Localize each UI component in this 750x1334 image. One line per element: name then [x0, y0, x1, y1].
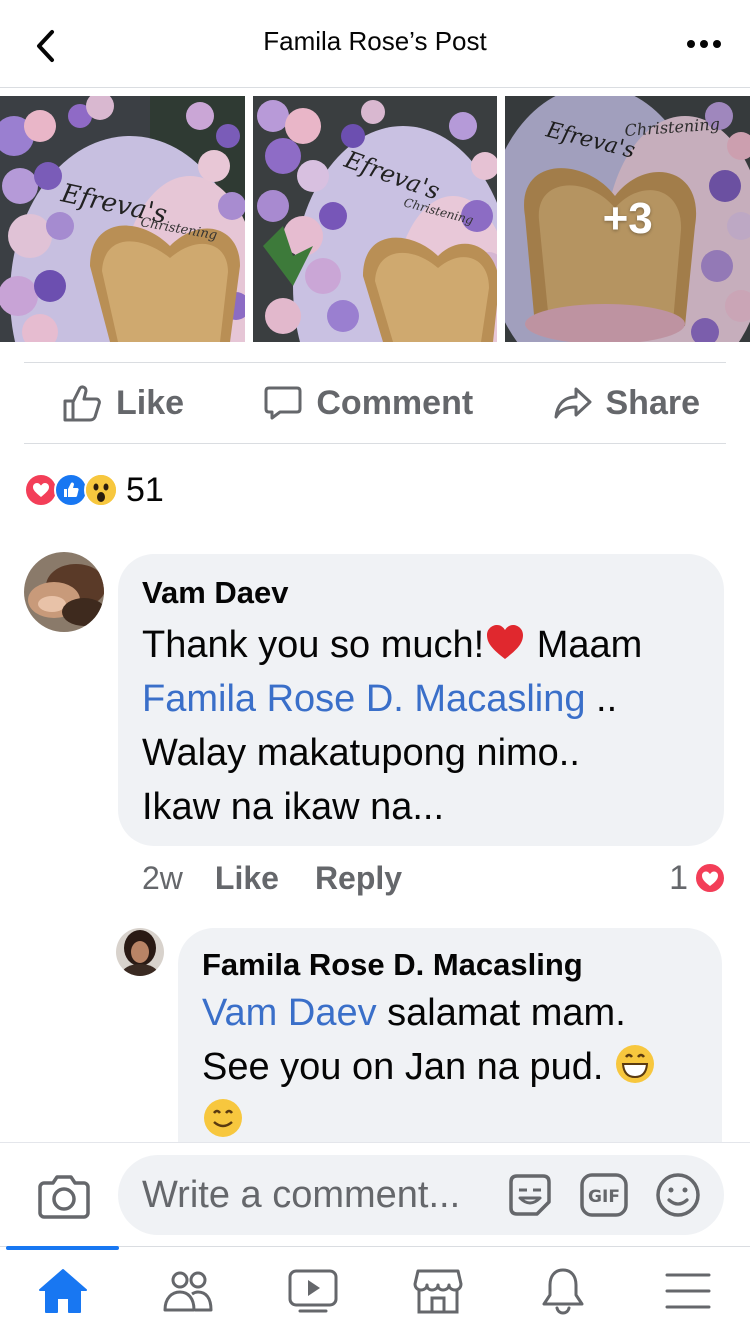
header: Famila Rose’s Post — [0, 0, 750, 88]
comment-reactions[interactable]: 1 — [669, 859, 726, 898]
mention-link[interactable]: Vam Daev — [202, 992, 377, 1034]
comment-icon — [264, 386, 302, 420]
share-label: Share — [605, 383, 701, 422]
more-photos-count[interactable]: +3 — [505, 96, 750, 342]
share-button[interactable]: Share — [554, 383, 701, 423]
avatar[interactable] — [24, 552, 104, 632]
smiling-face-icon — [204, 1099, 242, 1137]
home-icon — [38, 1269, 87, 1313]
comment-text-part: .. — [585, 678, 618, 720]
photo-3[interactable]: Efreva's Christening +3 — [505, 96, 750, 342]
comment-reply-button[interactable]: Reply — [315, 860, 402, 897]
thumbs-up-icon — [63, 385, 101, 422]
avatar-sticker-icon — [509, 1174, 551, 1216]
comment-text-part: Maam — [526, 624, 643, 666]
camera-icon — [38, 1175, 90, 1219]
comment-input-placeholder: Write a comment... — [142, 1173, 461, 1216]
comment-timestamp: 2w — [142, 859, 183, 896]
comment-composer: Write a comment... GIF — [0, 1142, 750, 1246]
avatar-sticker-button[interactable] — [506, 1171, 554, 1219]
marketplace-icon — [413, 1269, 462, 1314]
nav-home[interactable] — [0, 1246, 125, 1334]
comment-bubble[interactable]: Vam Daev Thank you so much! Maam Famila … — [118, 554, 724, 846]
comment-reaction-count: 1 — [669, 858, 688, 897]
nav-notifications[interactable] — [500, 1247, 625, 1334]
comment-label: Comment — [316, 383, 474, 422]
avatar[interactable] — [116, 928, 164, 976]
red-heart-icon — [487, 625, 524, 659]
more-icon — [687, 40, 721, 48]
share-icon — [554, 387, 591, 419]
menu-icon — [665, 1273, 710, 1309]
reply-text: Vam Daev salamat mam. See you on Jan na … — [202, 986, 698, 1148]
nav-marketplace[interactable] — [375, 1247, 500, 1334]
bell-icon — [542, 1268, 583, 1315]
love-reaction-icon — [24, 473, 58, 507]
more-options-button[interactable] — [680, 22, 728, 66]
photo-grid: Efreva's Christening Efreva's Christenin… — [0, 96, 750, 342]
gif-button[interactable]: GIF — [580, 1171, 628, 1219]
comment-input[interactable]: Write a comment... GIF — [118, 1155, 724, 1235]
reply-author[interactable]: Famila Rose D. Macasling — [202, 946, 698, 984]
grinning-face-icon — [616, 1045, 654, 1083]
post-action-bar: Like Comment Share — [24, 362, 726, 444]
nav-friends[interactable] — [125, 1247, 250, 1334]
watch-icon — [288, 1269, 337, 1313]
reply-text-part: See you on Jan na pud. — [202, 1046, 614, 1088]
wow-reaction-icon — [84, 473, 118, 507]
reply-text-part: salamat mam. — [376, 992, 626, 1034]
gif-icon: GIF — [580, 1173, 628, 1217]
photo-1[interactable]: Efreva's Christening — [0, 96, 245, 342]
composer-tools: GIF — [506, 1155, 702, 1235]
comment-meta: 2w Like Reply 1 — [142, 856, 726, 900]
nav-watch[interactable] — [250, 1247, 375, 1334]
reaction-count: 51 — [126, 470, 164, 509]
like-reaction-icon — [54, 473, 88, 507]
svg-text:GIF: GIF — [588, 1187, 620, 1207]
page-title: Famila Rose’s Post — [263, 26, 487, 56]
comment-text-part: Ikaw na ikaw na... — [142, 786, 445, 828]
comment-like-button[interactable]: Like — [215, 860, 279, 897]
comment-text: Thank you so much! Maam Famila Rose D. M… — [142, 618, 700, 834]
camera-button[interactable] — [38, 1173, 90, 1219]
emoji-button[interactable] — [654, 1171, 702, 1219]
love-reaction-icon — [694, 862, 726, 894]
comment-text-part: Walay makatupong nimo.. — [142, 732, 580, 774]
mention-link[interactable]: Famila Rose D. Macasling — [142, 678, 585, 720]
comment-button[interactable]: Comment — [264, 384, 473, 423]
like-label: Like — [116, 383, 185, 422]
emoji-icon — [656, 1173, 700, 1217]
reactions-summary[interactable]: 51 — [24, 470, 164, 510]
like-button[interactable]: Like — [62, 384, 184, 423]
nav-menu[interactable] — [625, 1247, 750, 1334]
comment-text-part: Thank you so much! — [142, 624, 485, 666]
friends-icon — [163, 1271, 212, 1312]
comment-author[interactable]: Vam Daev — [142, 574, 700, 612]
bottom-nav — [0, 1246, 750, 1334]
photo-2[interactable]: Efreva's Christening — [252, 96, 498, 342]
